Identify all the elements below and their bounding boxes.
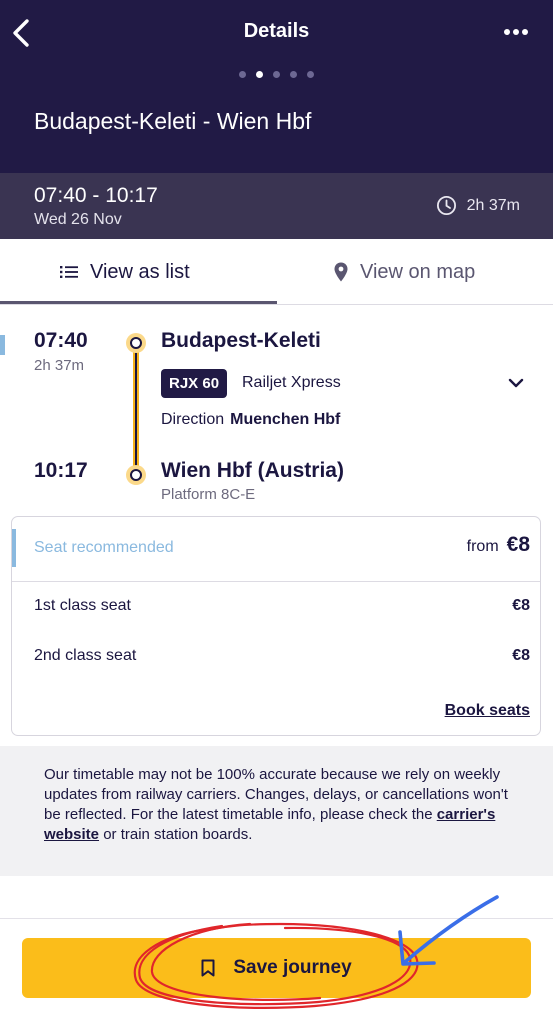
page-dot-active[interactable]: [256, 71, 263, 78]
page-dot[interactable]: [307, 71, 314, 78]
page-title: Details: [243, 20, 310, 42]
segment-accent: [0, 335, 5, 355]
departure-stop-marker: [126, 333, 146, 353]
train-direction: Direction Muenchen Hbf: [161, 411, 340, 429]
departure-time: 07:40: [34, 329, 88, 352]
save-journey-label: Save journey: [233, 957, 352, 978]
footer-divider: [0, 918, 553, 919]
route-title: Budapest-Keleti - Wien Hbf: [34, 108, 312, 134]
disclaimer-text: Our timetable may not be 100% accurate b…: [44, 765, 514, 845]
expand-segment-button[interactable]: [505, 372, 527, 394]
from-price-value: €8: [506, 533, 530, 556]
timetable-disclaimer: Our timetable may not be 100% accurate b…: [0, 746, 553, 876]
duration-text: 2h 37m: [466, 196, 520, 214]
disclaimer-text-after: or train station boards.: [99, 826, 253, 843]
seat-reservation-card: Seat recommended from €8 1st class seat …: [11, 516, 541, 736]
timeline-line: [133, 343, 139, 475]
journey-date: Wed 26 Nov: [34, 211, 122, 228]
departure-station: Budapest-Keleti: [161, 329, 321, 352]
seat-option-price: €8: [512, 597, 530, 614]
bookmark-icon: [201, 959, 215, 977]
journey-duration: 2h 37m: [436, 195, 520, 216]
seat-accent-bar: [12, 529, 16, 567]
seat-card-header: Seat recommended from €8: [12, 517, 540, 582]
tab-label: View as list: [90, 260, 190, 283]
seat-option-price: €8: [512, 647, 530, 664]
from-label: from: [466, 538, 499, 555]
seat-option-row: 1st class seat €8: [34, 597, 530, 615]
chevron-down-icon: [508, 378, 524, 388]
tab-view-on-map[interactable]: View on map: [334, 239, 475, 305]
list-icon: [60, 266, 78, 278]
arrival-time: 10:17: [34, 459, 88, 482]
book-seats-link[interactable]: Book seats: [445, 702, 530, 720]
journey-summary-bar: 07:40 - 10:17 Wed 26 Nov 2h 37m: [0, 173, 553, 239]
train-code-badge: RJX 60: [161, 369, 228, 398]
arrival-platform: Platform 8C-E: [161, 486, 256, 503]
header-bar: Details Budapest-Keleti - Wien Hbf: [0, 0, 553, 173]
seat-recommended-label: Seat recommended: [34, 539, 174, 556]
map-pin-icon: [334, 262, 348, 282]
direction-value: Muenchen Hbf: [230, 411, 341, 428]
page-indicator: [0, 71, 553, 78]
tab-view-as-list[interactable]: View as list: [60, 239, 190, 305]
more-horizontal-icon: [504, 29, 528, 35]
direction-label: Direction: [161, 411, 225, 428]
view-tabs: View as list View on map: [0, 239, 553, 305]
page-dot[interactable]: [273, 71, 280, 78]
page-dot[interactable]: [239, 71, 246, 78]
save-journey-button[interactable]: Save journey: [22, 938, 531, 998]
arrival-station: Wien Hbf (Austria): [161, 459, 344, 482]
seat-option-row: 2nd class seat €8: [34, 647, 530, 665]
seat-option-label: 1st class seat: [34, 597, 131, 614]
clock-icon: [436, 195, 456, 216]
page-dot[interactable]: [290, 71, 297, 78]
more-options-button[interactable]: [501, 22, 531, 42]
arrival-stop-marker: [126, 465, 146, 485]
time-range: 07:40 - 10:17: [34, 184, 158, 207]
seat-option-label: 2nd class seat: [34, 647, 137, 664]
segment-duration: 2h 37m: [34, 357, 85, 374]
seat-from-price: from €8: [467, 533, 530, 557]
tab-label: View on map: [360, 260, 476, 283]
train-name: Railjet Xpress: [242, 374, 341, 391]
active-tab-indicator: [0, 301, 277, 304]
